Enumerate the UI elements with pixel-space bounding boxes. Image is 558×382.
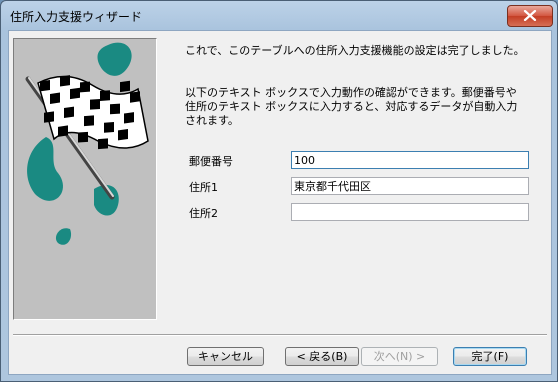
wizard-window: 住所入力支援ウィザード これで、このテーブルへの住所入力支援機能の設定は完了しま… [0,0,558,382]
postal-code-input[interactable] [291,151,529,169]
completion-message: これで、このテーブルへの住所入力支援機能の設定は完了しました。 [185,44,525,57]
close-icon [523,10,537,21]
checkered-flag [37,75,149,150]
address1-label: 住所1 [189,181,218,194]
address1-input[interactable] [291,177,529,195]
next-button[interactable]: 次へ(N) > [361,347,438,366]
button-separator [13,334,547,336]
back-button[interactable]: < 戻る(B) [285,347,359,366]
finish-button[interactable]: 完了(F) [453,347,527,366]
wizard-client-area: これで、このテーブルへの住所入力支援機能の設定は完了しました。 以下のテキスト … [8,30,552,375]
title-bar[interactable]: 住所入力支援ウィザード [1,1,557,31]
wizard-image-panel [13,38,157,320]
checkered-flag-illustration [25,42,149,245]
address2-input[interactable] [291,203,529,221]
postal-code-label: 郵便番号 [189,155,233,168]
window-title: 住所入力支援ウィザード [10,10,143,24]
cancel-button[interactable]: キャンセル [187,347,264,366]
address2-label: 住所2 [189,207,218,220]
close-button[interactable] [507,5,553,27]
instruction-message: 以下のテキスト ボックスで入力動作の確認ができます。郵便番号や住所のテキスト ボ… [185,86,518,127]
